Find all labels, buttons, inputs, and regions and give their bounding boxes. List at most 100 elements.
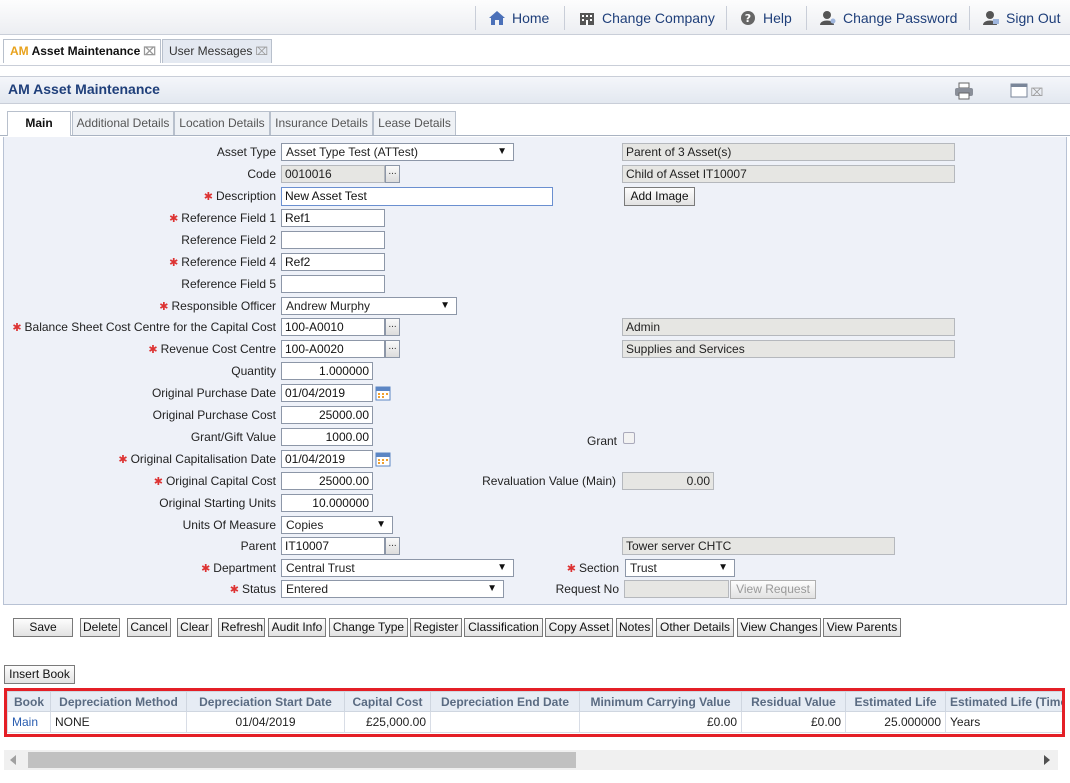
column-header-residual-value[interactable]: Residual Value bbox=[741, 691, 846, 712]
orig-cap-date-input[interactable]: 01/04/2019 bbox=[281, 450, 373, 468]
required-asterisk: ✱ bbox=[148, 344, 158, 356]
table-cell: £25,000.00 bbox=[344, 711, 431, 733]
clear-button[interactable]: Clear bbox=[177, 618, 212, 637]
parent-input[interactable]: IT10007 bbox=[281, 537, 385, 555]
column-header-book[interactable]: Book bbox=[7, 691, 51, 712]
column-header-depreciation-end-date[interactable]: Depreciation End Date bbox=[430, 691, 580, 712]
refresh-button[interactable]: Refresh bbox=[218, 618, 265, 637]
nav-change-password-link[interactable]: Change Password bbox=[819, 0, 957, 35]
svg-text:⌧: ⌧ bbox=[1031, 86, 1044, 99]
copy-asset-button[interactable]: Copy Asset bbox=[545, 618, 613, 637]
responsible-officer-select[interactable]: Andrew Murphy ▼ bbox=[281, 297, 457, 315]
notes-button[interactable]: Notes bbox=[616, 618, 653, 637]
quantity-label: Quantity bbox=[231, 364, 276, 378]
calendar-icon[interactable] bbox=[375, 451, 391, 467]
status-select[interactable]: Entered ▼ bbox=[281, 580, 504, 598]
tab-main[interactable]: Main bbox=[7, 111, 71, 136]
ref2-input[interactable] bbox=[281, 231, 385, 249]
department-select[interactable]: Central Trust ▼ bbox=[281, 559, 514, 577]
view-changes-button[interactable]: View Changes bbox=[737, 618, 821, 637]
child-of-info: Child of Asset IT10007 bbox=[622, 165, 955, 183]
orig-purchase-date-input[interactable]: 01/04/2019 bbox=[281, 384, 373, 402]
uom-select[interactable]: Copies ▼ bbox=[281, 516, 393, 534]
required-asterisk: ✱ bbox=[118, 454, 128, 466]
insert-book-button[interactable]: Insert Book bbox=[4, 665, 75, 684]
nav-sign-out-link[interactable]: Sign Out bbox=[982, 0, 1060, 35]
nav-home-link[interactable]: Home bbox=[488, 0, 549, 35]
code-lookup-button[interactable]: ... bbox=[385, 165, 400, 183]
add-image-button[interactable]: Add Image bbox=[624, 187, 695, 206]
book-link[interactable]: Main bbox=[7, 711, 51, 733]
window-tab-user-messages[interactable]: User Messages ⌧ bbox=[162, 39, 272, 63]
table-row[interactable]: Main NONE 01/04/2019 £25,000.00 £0.00 £0… bbox=[7, 711, 1062, 733]
table-cell: Years bbox=[945, 711, 1062, 733]
column-header-depreciation-start-date[interactable]: Depreciation Start Date bbox=[186, 691, 345, 712]
section-label: ✱ Section bbox=[566, 561, 619, 575]
view-request-button[interactable]: View Request bbox=[730, 580, 816, 599]
dropdown-arrow-icon: ▼ bbox=[718, 562, 728, 573]
tab-insurance-details[interactable]: Insurance Details bbox=[270, 111, 373, 135]
revaluation-value: 0.00 bbox=[622, 472, 714, 490]
orig-purchase-cost-input[interactable]: 25000.00 bbox=[281, 406, 373, 424]
dropdown-arrow-icon: ▼ bbox=[440, 300, 450, 311]
calendar-icon[interactable] bbox=[375, 385, 391, 401]
rev-cost-centre-input[interactable]: 100-A0020 bbox=[281, 340, 385, 358]
required-asterisk: ✱ bbox=[566, 563, 576, 575]
tab-close-icon[interactable]: ⌧ bbox=[143, 46, 156, 58]
tab-close-icon[interactable]: ⌧ bbox=[255, 46, 268, 58]
asset-form-panel bbox=[3, 137, 1067, 605]
column-header-estimated-life[interactable]: Estimated Life bbox=[845, 691, 946, 712]
rev-cost-centre-lookup-button[interactable]: ... bbox=[385, 340, 400, 358]
delete-button[interactable]: Delete bbox=[80, 618, 120, 637]
tab-additional-details[interactable]: Additional Details bbox=[72, 111, 174, 135]
print-icon[interactable] bbox=[954, 82, 974, 100]
save-button[interactable]: Save bbox=[13, 618, 73, 637]
request-no-label: Request No bbox=[555, 582, 619, 596]
column-header-depreciation-method[interactable]: Depreciation Method bbox=[50, 691, 187, 712]
parent-of-info: Parent of 3 Asset(s) bbox=[622, 143, 955, 161]
classification-button[interactable]: Classification bbox=[464, 618, 543, 637]
ref4-input[interactable]: Ref2 bbox=[281, 253, 385, 271]
scroll-right-icon[interactable] bbox=[1042, 755, 1050, 765]
user-key-icon bbox=[820, 11, 836, 25]
nav-change-company-label: Change Company bbox=[602, 10, 715, 26]
view-parents-button[interactable]: View Parents bbox=[823, 618, 901, 637]
grant-gift-input[interactable]: 1000.00 bbox=[281, 428, 373, 446]
window-tab-asset-maintenance[interactable]: AM Asset Maintenance ⌧ bbox=[3, 39, 161, 63]
table-cell bbox=[430, 711, 580, 733]
column-header-minimum-carrying-value[interactable]: Minimum Carrying Value bbox=[579, 691, 742, 712]
bs-cost-centre-lookup-button[interactable]: ... bbox=[385, 318, 400, 336]
parent-lookup-button[interactable]: ... bbox=[385, 537, 400, 555]
page-title: AM Asset Maintenance bbox=[8, 81, 160, 97]
quantity-input[interactable]: 1.000000 bbox=[281, 362, 373, 380]
asset-type-value: Asset Type Test (ATTest) bbox=[286, 145, 419, 159]
orig-cap-cost-input[interactable]: 25000.00 bbox=[281, 472, 373, 490]
column-header-capital-cost[interactable]: Capital Cost bbox=[344, 691, 431, 712]
status-value: Entered bbox=[286, 582, 329, 596]
description-input[interactable]: New Asset Test bbox=[281, 187, 553, 206]
ref5-input[interactable] bbox=[281, 275, 385, 293]
page-header: AM Asset Maintenance ⌧ bbox=[0, 76, 1070, 104]
nav-change-password-label: Change Password bbox=[843, 10, 958, 26]
tab-location-details[interactable]: Location Details bbox=[174, 111, 270, 135]
change-type-button[interactable]: Change Type bbox=[329, 618, 408, 637]
other-details-button[interactable]: Other Details bbox=[656, 618, 734, 637]
scrollbar-thumb[interactable] bbox=[28, 752, 576, 768]
horizontal-scrollbar[interactable] bbox=[4, 750, 1058, 770]
audit-info-button[interactable]: Audit Info bbox=[268, 618, 326, 637]
orig-start-units-input[interactable]: 10.000000 bbox=[281, 494, 373, 512]
ref2-label: Reference Field 2 bbox=[181, 233, 276, 247]
section-select[interactable]: Trust ▼ bbox=[625, 559, 735, 577]
register-button[interactable]: Register bbox=[410, 618, 462, 637]
window-close-icon[interactable]: ⌧ bbox=[1010, 83, 1044, 99]
grant-checkbox[interactable] bbox=[623, 432, 635, 444]
column-header-estimated-life-time[interactable]: Estimated Life (Time bbox=[945, 691, 1062, 712]
nav-change-company-link[interactable]: Change Company bbox=[578, 0, 715, 35]
tab-lease-details[interactable]: Lease Details bbox=[373, 111, 456, 135]
cancel-button[interactable]: Cancel bbox=[127, 618, 171, 637]
bs-cost-centre-input[interactable]: 100-A0010 bbox=[281, 318, 385, 336]
ref1-input[interactable]: Ref1 bbox=[281, 209, 385, 227]
scroll-left-icon[interactable] bbox=[10, 755, 18, 765]
nav-help-link[interactable]: ? Help bbox=[739, 0, 792, 35]
asset-type-select[interactable]: Asset Type Test (ATTest) ▼ bbox=[281, 143, 514, 161]
